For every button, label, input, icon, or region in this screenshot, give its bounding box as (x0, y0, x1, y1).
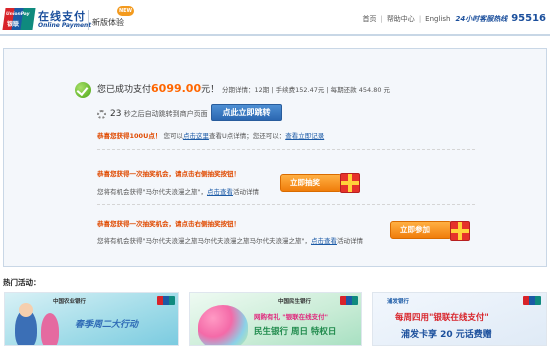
header-divider (88, 10, 89, 30)
promo-banner-cmbc[interactable]: 中国民生银行 网购有礼 "银联在线支付" 民生银行 周日 特权日 (189, 292, 362, 346)
countdown-seconds: 23 (110, 109, 122, 119)
link-separator: | (380, 14, 383, 23)
new-version-link[interactable]: 新版体验 (92, 17, 124, 28)
banner-headline: 每周四用"银联在线支付" (395, 313, 489, 323)
banner-bank-name: 中国民生银行 (278, 299, 312, 305)
success-check-icon (75, 82, 91, 98)
header: UnionPay 银联 在线支付 Online Payment 新版体验 NEW… (0, 0, 550, 36)
banner-bank-name: 浦发银行 (387, 299, 410, 305)
payment-success-message: 您已成功支付6099.00元！ (97, 82, 220, 95)
banner-person (41, 313, 59, 345)
hotline-label: 24小时客服热线 (455, 14, 508, 23)
lottery-details-link[interactable]: 点击查看 (311, 237, 337, 245)
home-link[interactable]: 首页 (362, 14, 376, 24)
logo-text-cn: 银联 (7, 21, 20, 28)
promo-banner-abc[interactable]: 中国农业银行 春季周二大行动 (4, 292, 179, 346)
lottery-details-link[interactable]: 点击查看 (207, 188, 233, 196)
lottery-title: 恭喜您获得一次抽奖机会，请点击右侧抽奖按钮！ (97, 170, 240, 178)
payment-amount: 6099.00 (151, 82, 202, 95)
redirect-countdown: 23 秒之后自动跳转到商户页面 (110, 109, 208, 119)
banner-crowd-image (198, 305, 248, 345)
help-link[interactable]: 帮助中心 (387, 14, 415, 24)
new-badge: NEW (117, 6, 134, 16)
unionpay-mini-logo (340, 296, 358, 305)
unionpay-logo[interactable]: UnionPay 银联 (2, 8, 36, 30)
hot-activities-title: 热门活动： (3, 278, 41, 287)
lottery-description: 您将有机会获得"马尔代夫浪漫之旅马尔代夫浪漫之旅马尔代夫浪漫之旅"，点击查看活动… (97, 237, 363, 245)
logo-text-en: UnionPay (6, 12, 30, 17)
lottery-description: 您将有机会获得"马尔代夫浪漫之旅"，点击查看活动详情 (97, 188, 259, 196)
coupon-reward: 恭喜您获得100U点！ (97, 132, 162, 140)
jump-now-button[interactable]: 点此立即跳转 (211, 104, 282, 121)
brand-subtitle: Online Payment (38, 22, 92, 29)
draw-lottery-button[interactable]: 立即抽奖 (280, 174, 342, 192)
english-link[interactable]: English (425, 15, 450, 23)
banner-headline: 春季周二大行动 (75, 320, 139, 330)
banner-subline: 浦发卡享 20 元话费赠 (401, 330, 492, 340)
section-divider (97, 204, 475, 205)
hotline-number: 95516 (511, 13, 546, 24)
lottery-title: 恭喜您获得一次抽奖机会，请点击右侧抽奖按钮！ (97, 220, 240, 228)
banner-subline: 民生银行 周日 特权日 (254, 327, 337, 337)
unionpay-mini-logo (157, 296, 175, 305)
top-links: 首页 | 帮助中心 | English 24小时客服热线 95516 (362, 13, 546, 24)
section-divider (97, 149, 475, 150)
gift-box-icon (340, 173, 360, 193)
banner-headline: 网购有礼 "银联在线支付" (254, 313, 329, 321)
promo-banner-spdb[interactable]: 浦发银行 每周四用"银联在线支付" 浦发卡享 20 元话费赠 (372, 292, 547, 346)
coupon-line: 恭喜您获得100U点！ 您可以点击这里查看U点详情；您还可以：查看立即记录 (97, 132, 325, 140)
link-separator: | (418, 14, 422, 23)
banner-bank-name: 中国农业银行 (53, 299, 87, 305)
installment-details: 分期详情：12期 | 手续费152.47元 | 每期还款 454.80 元 (222, 86, 391, 94)
gift-box-icon (450, 221, 470, 241)
view-records-link[interactable]: 查看立即记录 (285, 132, 324, 140)
unionpay-mini-logo (523, 296, 541, 305)
banner-person-face (19, 303, 33, 317)
view-u-points-link[interactable]: 点击这里 (183, 132, 209, 140)
loading-spinner-icon (97, 110, 106, 119)
participate-button[interactable]: 立即参加 (390, 221, 452, 239)
